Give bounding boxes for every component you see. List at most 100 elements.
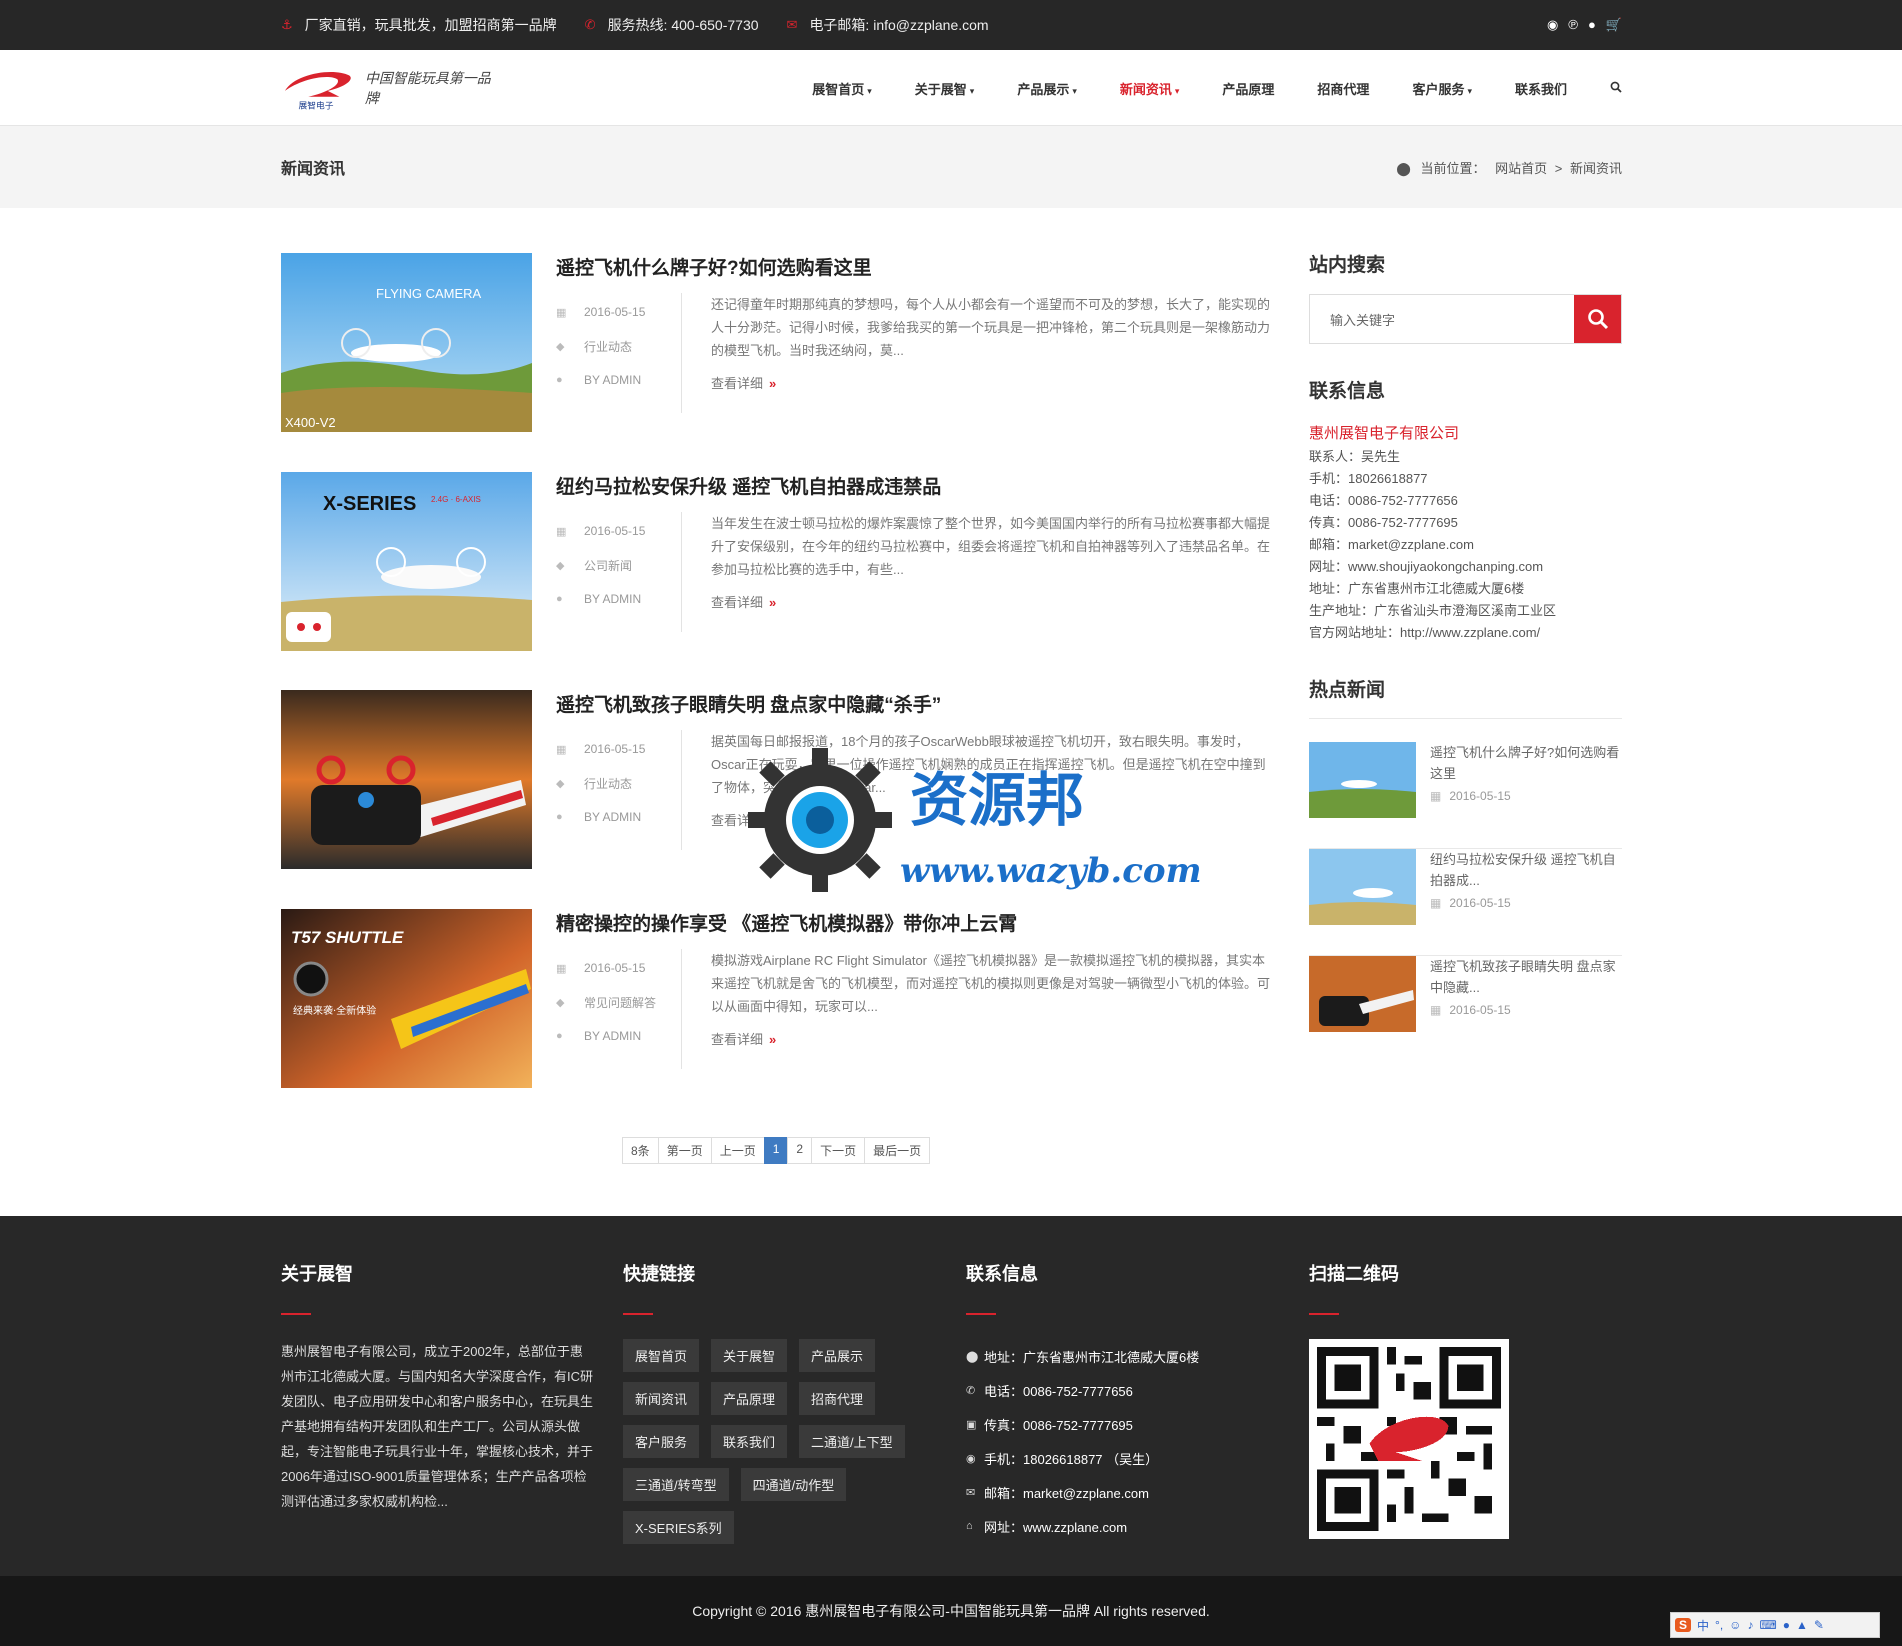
top-bar: ⚓ 厂家直销，玩具批发，加盟招商第一品牌 ✆ 服务热线: 400-650-773… — [0, 0, 1902, 50]
hot-news-title[interactable]: 遥控飞机致孩子眼睛失明 盘点家中隐藏... — [1430, 956, 1622, 998]
pager-next[interactable]: 下一页 — [811, 1137, 866, 1164]
pager-prev[interactable]: 上一页 — [710, 1137, 765, 1164]
pager-total: 8条 — [622, 1137, 659, 1164]
breadcrumb-home[interactable]: 网站首页 — [1495, 161, 1547, 176]
topbar-hotline: ✆ 服务热线: 400-650-7730 — [584, 17, 759, 33]
quick-link[interactable]: 产品原理 — [711, 1382, 788, 1415]
quick-link[interactable]: 关于展智 — [711, 1339, 788, 1372]
hot-news-thumbnail[interactable] — [1309, 742, 1416, 818]
nav-news[interactable]: 新闻资讯 ▾ — [1120, 79, 1180, 98]
logo[interactable]: 展智电子 中国智能玩具第一品牌 — [281, 63, 501, 113]
quick-link[interactable]: 三通道/转弯型 — [623, 1468, 729, 1501]
hot-news-title[interactable]: 遥控飞机什么牌子好?如何选购看这里 — [1430, 742, 1622, 784]
pager-page[interactable]: 2 — [787, 1137, 813, 1164]
svg-text:2.4G · 6-AXIS: 2.4G · 6-AXIS — [431, 495, 481, 504]
breadcrumb-current[interactable]: 新闻资讯 — [1570, 161, 1622, 176]
pager-page-current[interactable]: 1 — [763, 1137, 789, 1164]
nav-contact[interactable]: 联系我们 — [1515, 79, 1567, 98]
contact-line: 地址：广东省惠州市江北德威大厦6楼 — [1309, 581, 1525, 596]
cart-icon[interactable]: 🛒 — [1606, 17, 1622, 33]
nav-about[interactable]: 关于展智 ▾ — [915, 79, 975, 98]
ime-toolbar[interactable]: S 中 °, ☺ ♪ ⌨ ● ▲ ✎ — [1670, 1612, 1880, 1638]
topbar-email[interactable]: ✉ 电子邮箱: info@zzplane.com — [787, 15, 989, 35]
article-thumbnail[interactable]: FLYING CAMERA X400-V2 — [281, 253, 532, 432]
calendar-icon: ▦ — [1430, 789, 1442, 803]
tools-icon[interactable]: ✎ — [1814, 1618, 1824, 1632]
quick-link[interactable]: 招商代理 — [799, 1382, 876, 1415]
shirt-icon[interactable]: ▲ — [1796, 1618, 1808, 1632]
caret-down-icon: ▾ — [1174, 85, 1180, 96]
microphone-icon[interactable]: ♪ — [1747, 1618, 1753, 1632]
contact-line: 生产地址：广东省汕头市澄海区溪南工业区 — [1309, 603, 1557, 618]
pinterest-icon[interactable]: ℗ — [1568, 17, 1578, 33]
article-thumbnail[interactable]: X-SERIES 2.4G · 6-AXIS — [281, 472, 532, 651]
footer-contact: 联系信息 ⬤ 地址：广东省惠州市江北德威大厦6楼 ✆ 电话：0086-752-777… — [966, 1260, 1199, 1543]
read-more-link[interactable]: 查看详细» — [711, 1029, 776, 1048]
emoji-icon[interactable]: ☺ — [1729, 1618, 1741, 1632]
pager-last[interactable]: 最后一页 — [864, 1137, 931, 1164]
svg-text:www.wazyb.com: www.wazyb.com — [900, 851, 1202, 891]
read-more-link[interactable]: 查看详细» — [711, 592, 776, 611]
user-icon[interactable]: ● — [1783, 1618, 1790, 1632]
quick-link[interactable]: X-SERIES系列 — [623, 1511, 734, 1544]
article-title[interactable]: 纽约马拉松安保升级 遥控飞机自拍器成违禁品 — [556, 472, 941, 499]
site-header: 展智电子 中国智能玩具第一品牌 展智首页 ▾ 关于展智 ▾ 产品展示 ▾ 新闻资讯 ▾ … — [0, 50, 1902, 126]
hot-news-thumbnail[interactable] — [1309, 849, 1416, 925]
article-item: T57 SHUTTLE 经典来袭·全新体验 精密操控的操作享受 《遥控飞机模拟器… — [281, 909, 1271, 1089]
article-meta: ▦ 2016-05-15 ◆ 行业动态 ● BY ADMIN — [556, 305, 646, 387]
read-more-link[interactable]: 查看详细» — [711, 373, 776, 392]
search-button[interactable] — [1574, 295, 1621, 343]
article-title[interactable]: 遥控飞机致孩子眼睛失明 盘点家中隐藏“杀手” — [556, 690, 941, 717]
weibo-icon[interactable]: ◉ — [1547, 17, 1558, 33]
sogou-icon[interactable]: S — [1675, 1618, 1692, 1632]
quick-link[interactable]: 产品展示 — [799, 1339, 876, 1372]
hot-news-item[interactable]: 纽约马拉松安保升级 遥控飞机自拍器成... ▦ 2016-05-15 — [1309, 849, 1622, 956]
divider — [681, 949, 682, 1069]
svg-text:FLYING CAMERA: FLYING CAMERA — [376, 286, 482, 301]
nav-principle[interactable]: 产品原理 — [1222, 79, 1274, 98]
qq-icon[interactable]: ● — [1588, 17, 1596, 33]
svg-text:经典来袭·全新体验: 经典来袭·全新体验 — [293, 1004, 376, 1017]
keyboard-icon[interactable]: ⌨ — [1759, 1618, 1776, 1632]
tag-icon: ◆ — [556, 996, 565, 1009]
hot-news-item[interactable]: 遥控飞机什么牌子好?如何选购看这里 ▦ 2016-05-15 — [1309, 742, 1622, 849]
article-title[interactable]: 精密操控的操作享受 《遥控飞机模拟器》带你冲上云霄 — [556, 909, 1017, 936]
quick-link[interactable]: 展智首页 — [623, 1339, 700, 1372]
caret-down-icon: ▾ — [867, 85, 872, 96]
hot-news-item[interactable]: 遥控飞机致孩子眼睛失明 盘点家中隐藏... ▦ 2016-05-15 — [1309, 956, 1622, 1063]
home-icon: ⌂ — [966, 1520, 973, 1532]
quick-link[interactable]: 新闻资讯 — [623, 1382, 700, 1415]
phone-icon: ✆ — [584, 17, 596, 32]
svg-text:X400-V2: X400-V2 — [285, 415, 336, 430]
pager-first[interactable]: 第一页 — [657, 1137, 712, 1164]
hot-news-thumbnail[interactable] — [1309, 956, 1416, 1032]
gear-icon — [748, 748, 892, 892]
footer-about-text: 惠州展智电子有限公司，成立于2002年，总部位于惠州市江北德威大厦。与国内知名大… — [281, 1344, 594, 1509]
footer-qr-title: 扫描二维码 — [1309, 1264, 1399, 1284]
ime-mode[interactable]: 中 — [1697, 1617, 1709, 1634]
quick-link[interactable]: 联系我们 — [711, 1425, 788, 1458]
topbar-slogan: ⚓ 厂家直销，玩具批发，加盟招商第一品牌 — [281, 17, 557, 33]
article-thumbnail[interactable]: T57 SHUTTLE 经典来袭·全新体验 — [281, 909, 532, 1088]
search-input[interactable]: 输入关键字 — [1310, 295, 1574, 343]
copyright-bar: Copyright © 2016 惠州展智电子有限公司-中国智能玩具第一品牌 A… — [0, 1576, 1902, 1646]
divider — [681, 512, 682, 632]
divider — [1309, 718, 1622, 719]
nav-service[interactable]: 客户服务 ▾ — [1412, 79, 1472, 98]
nav-agency[interactable]: 招商代理 — [1317, 79, 1369, 98]
tag-icon: ◆ — [556, 559, 565, 572]
article-thumbnail[interactable] — [281, 690, 532, 869]
article-meta: ▦ 2016-05-15 ◆ 常见问题解答 ● BY ADMIN — [556, 961, 657, 1043]
contact-line: 邮箱：market@zzplane.com — [1309, 537, 1474, 552]
quick-link[interactable]: 客户服务 — [623, 1425, 700, 1458]
quick-link[interactable]: 二通道/上下型 — [799, 1425, 905, 1458]
hot-news-title[interactable]: 纽约马拉松安保升级 遥控飞机自拍器成... — [1430, 849, 1622, 891]
punctuation-icon[interactable]: °, — [1715, 1618, 1723, 1632]
search-icon[interactable] — [1610, 81, 1622, 96]
caret-down-icon: ▾ — [1072, 85, 1077, 96]
nav-home[interactable]: 展智首页 ▾ — [812, 79, 872, 98]
article-title[interactable]: 遥控飞机什么牌子好?如何选购看这里 — [556, 253, 872, 280]
quick-link[interactable]: 四通道/动作型 — [740, 1468, 847, 1501]
nav-products[interactable]: 产品展示 ▾ — [1017, 79, 1077, 98]
article-meta: ▦ 2016-05-15 ◆ 公司新闻 ● BY ADMIN — [556, 524, 646, 606]
